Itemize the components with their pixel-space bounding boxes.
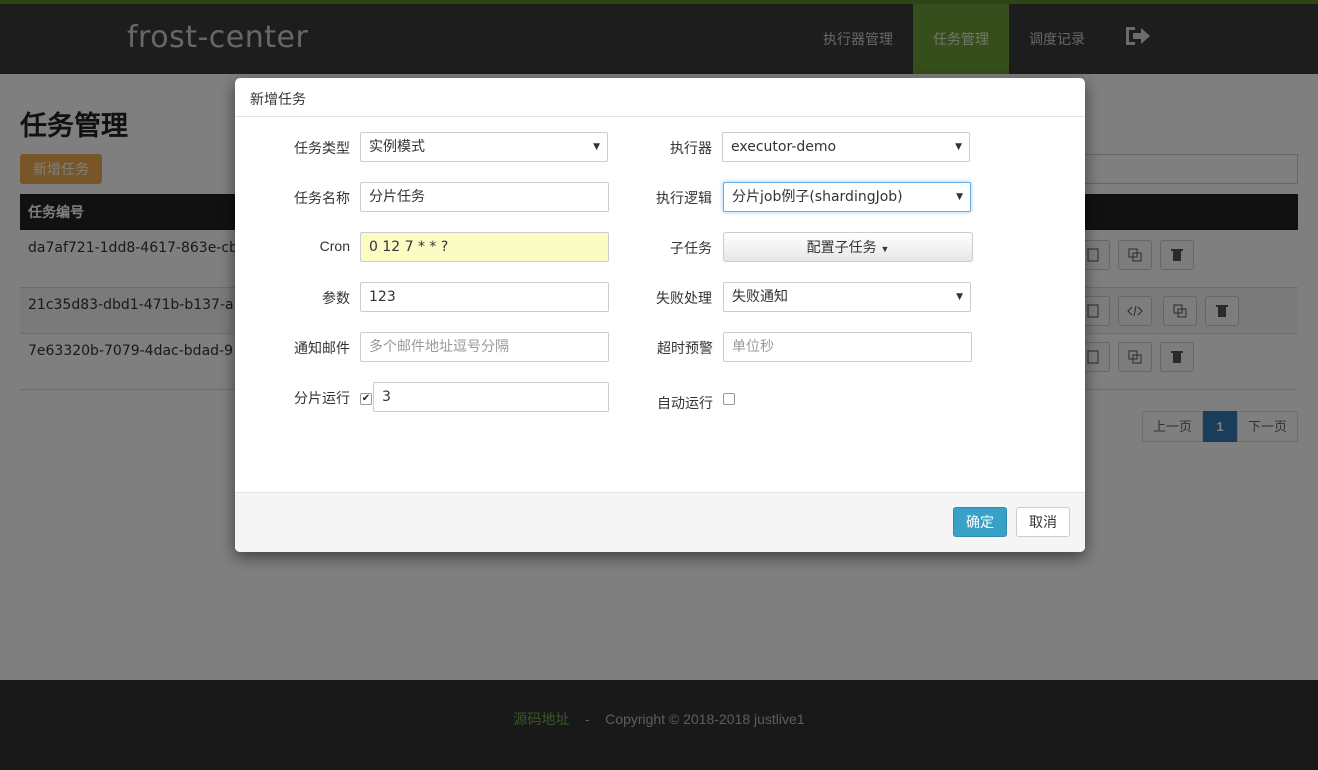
sharding-count-value: 3 [382, 389, 391, 405]
timeout-input[interactable]: 单位秒 [723, 332, 972, 362]
modal-header: 新增任务 [235, 78, 1085, 117]
executor-select[interactable]: executor-demo ▼ [722, 132, 970, 162]
subtask-label: 子任务 [670, 240, 712, 256]
email-placeholder: 多个邮件地址逗号分隔 [369, 339, 509, 355]
confirm-button[interactable]: 确定 [953, 507, 1007, 537]
modal-title: 新增任务 [250, 91, 306, 107]
timeout-placeholder: 单位秒 [732, 339, 774, 355]
auto-run-checkbox[interactable] [723, 393, 735, 405]
failure-label: 失败处理 [656, 290, 712, 306]
cancel-button[interactable]: 取消 [1016, 507, 1070, 537]
executor-label: 执行器 [670, 140, 712, 156]
task-name-input[interactable]: 分片任务 [360, 182, 609, 212]
cron-value: 0 12 7 * * ? [369, 239, 449, 255]
modal-footer: 确定 取消 [235, 492, 1085, 552]
add-task-modal: 新增任务 任务类型 实例模式 ▼ 执行器 executor-demo ▼ 任务名… [235, 78, 1085, 552]
configure-subtask-button[interactable]: 配置子任务 ▼ [723, 232, 973, 262]
exec-logic-select[interactable]: 分片job例子(shardingJob) ▼ [723, 182, 971, 212]
caret-down-icon: ▼ [880, 244, 890, 254]
configure-subtask-label: 配置子任务 [806, 239, 877, 255]
task-type-select[interactable]: 实例模式 ▼ [360, 132, 608, 162]
exec-logic-value: 分片job例子(shardingJob) [732, 189, 903, 205]
email-input[interactable]: 多个邮件地址逗号分隔 [360, 332, 609, 362]
auto-run-label: 自动运行 [657, 395, 713, 411]
timeout-label: 超时预警 [657, 340, 713, 356]
executor-value: executor-demo [731, 139, 837, 155]
cron-label: Cron [319, 238, 350, 254]
cron-input[interactable]: 0 12 7 * * ? [360, 232, 609, 262]
task-type-value: 实例模式 [369, 139, 425, 155]
params-input[interactable]: 123 [360, 282, 609, 312]
email-label: 通知邮件 [294, 340, 350, 356]
sharding-checkbox[interactable]: ✔ [360, 393, 372, 405]
params-label: 参数 [322, 290, 350, 306]
chevron-down-icon: ▼ [955, 142, 962, 152]
sharding-label: 分片运行 [294, 390, 350, 406]
task-name-value: 分片任务 [369, 189, 425, 205]
chevron-down-icon: ▼ [593, 142, 600, 152]
exec-logic-label: 执行逻辑 [656, 190, 712, 206]
failure-select[interactable]: 失败通知 ▼ [723, 282, 971, 312]
failure-value: 失败通知 [732, 289, 788, 305]
sharding-count-input[interactable]: 3 [373, 382, 609, 412]
chevron-down-icon: ▼ [956, 192, 963, 202]
task-name-label: 任务名称 [294, 190, 350, 206]
task-type-label: 任务类型 [294, 140, 350, 156]
chevron-down-icon: ▼ [956, 292, 963, 302]
params-value: 123 [369, 289, 396, 305]
